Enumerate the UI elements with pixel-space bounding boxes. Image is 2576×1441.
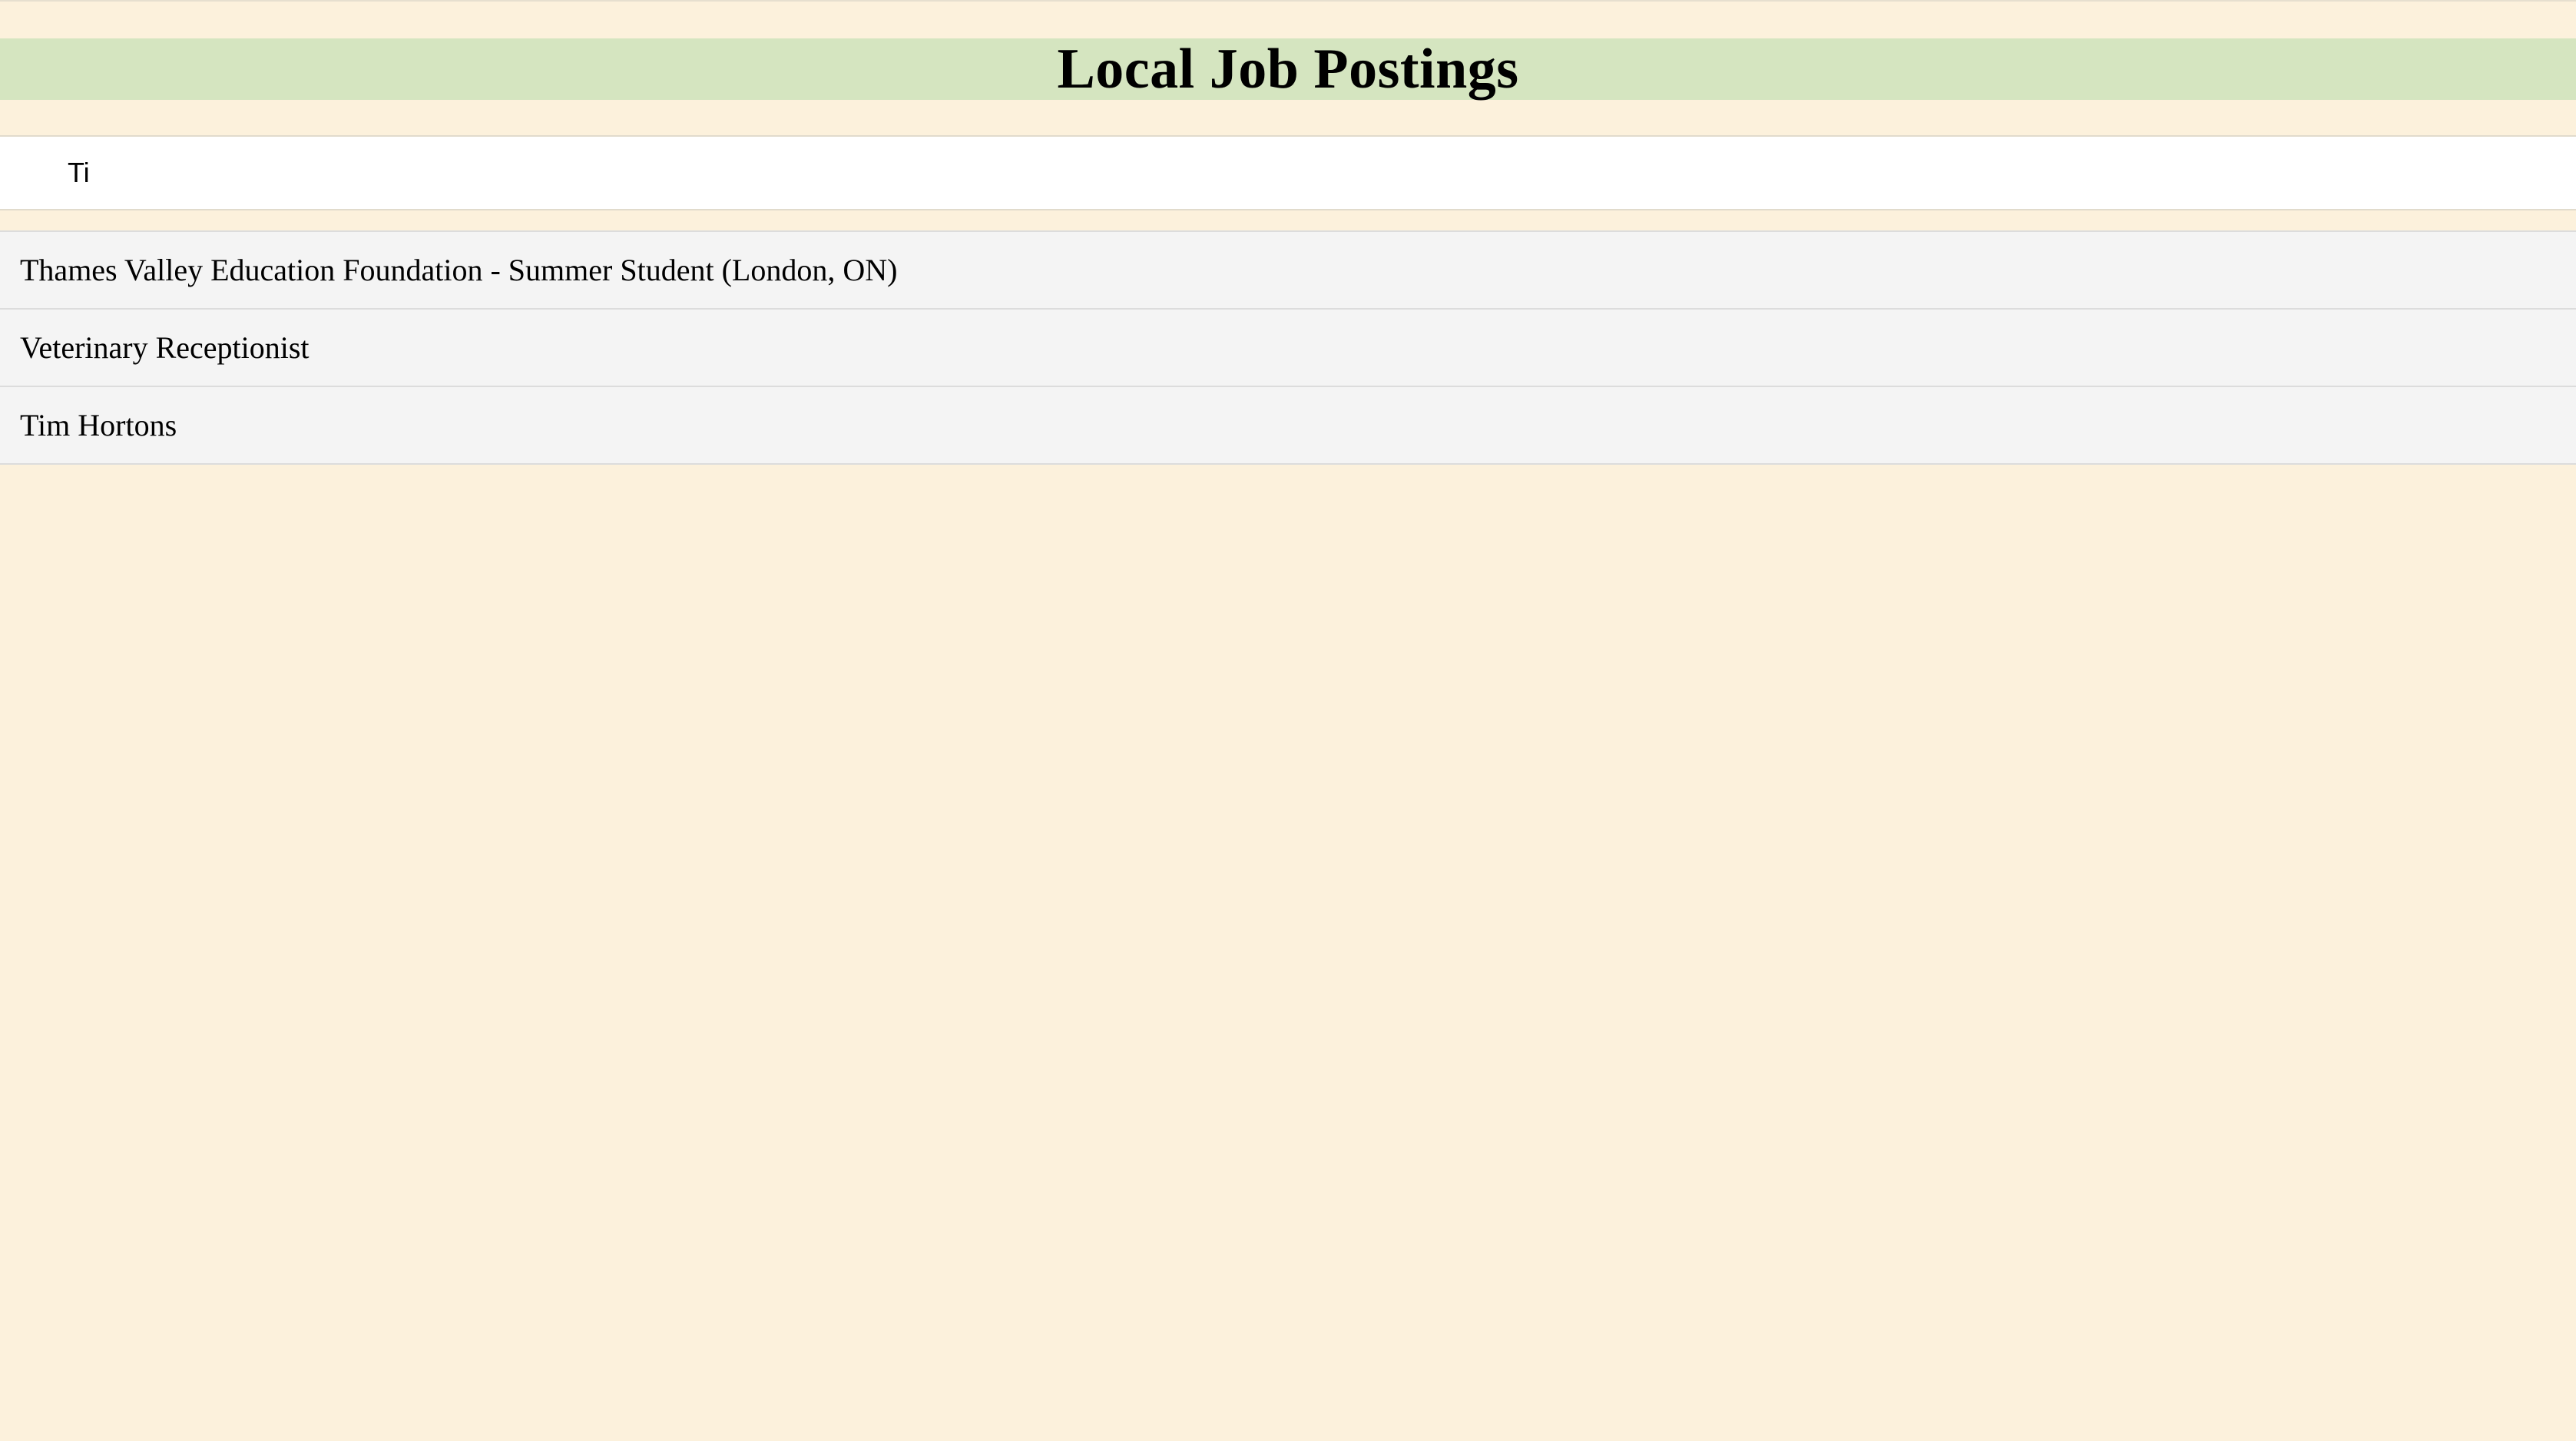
list-item[interactable]: Veterinary Receptionist <box>0 310 2576 387</box>
top-divider <box>0 0 2576 2</box>
list-item[interactable]: Thames Valley Education Foundation - Sum… <box>0 232 2576 310</box>
search-bar <box>0 135 2576 210</box>
list-item[interactable]: Tim Hortons <box>0 387 2576 465</box>
page-title: Local Job Postings <box>1057 38 1519 101</box>
page-header: Local Job Postings <box>0 38 2576 100</box>
search-input[interactable] <box>0 137 2576 209</box>
results-list: Thames Valley Education Foundation - Sum… <box>0 230 2576 465</box>
